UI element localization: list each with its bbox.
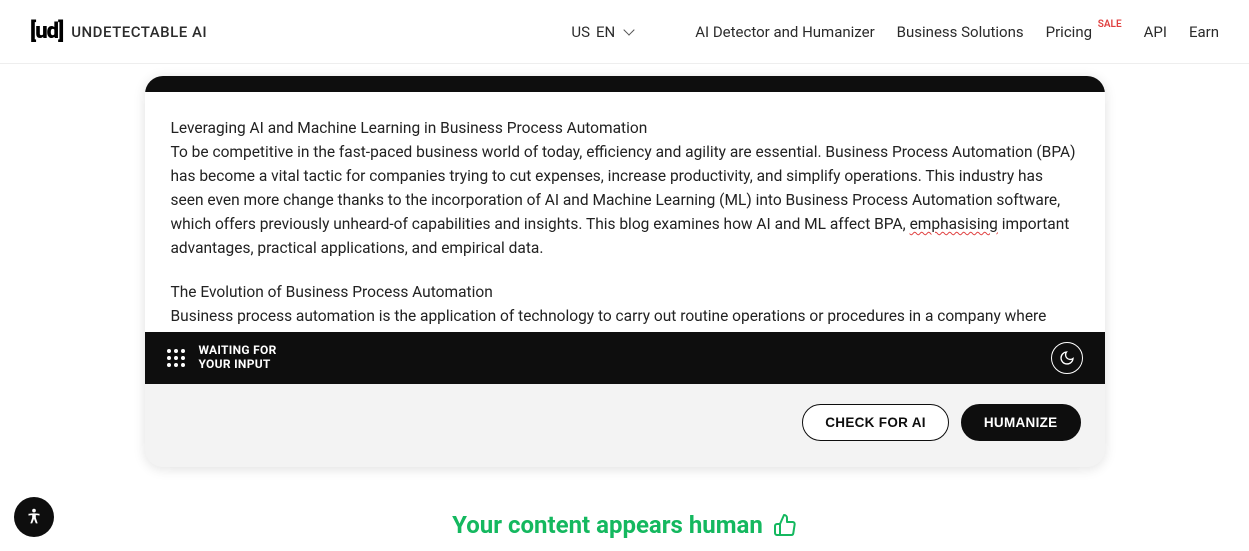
nav-pricing-label: Pricing: [1046, 23, 1092, 41]
top-header: [ud] UNDETECTABLE AI US EN AI Detector a…: [0, 0, 1249, 64]
nav-earn[interactable]: Earn: [1189, 23, 1219, 41]
thumbs-up-icon: [773, 513, 797, 537]
main-nav: US EN AI Detector and Humanizer Business…: [571, 23, 1219, 41]
widget-top-bar: [145, 76, 1105, 92]
accessibility-button[interactable]: [14, 497, 54, 537]
status-line-2: YOUR INPUT: [199, 358, 277, 372]
content-paragraph-1: To be competitive in the fast-paced busi…: [171, 140, 1079, 260]
chevron-down-icon: [624, 24, 635, 35]
status-bar: WAITING FOR YOUR INPUT: [145, 332, 1105, 384]
status-line-1: WAITING FOR: [199, 344, 277, 358]
result-text: Your content appears human: [452, 511, 763, 539]
content-paragraph-2: Business process automation is the appli…: [171, 304, 1079, 332]
locale-country: US: [571, 23, 590, 41]
result-message: Your content appears human: [0, 511, 1249, 539]
logo-text: UNDETECTABLE AI: [71, 23, 207, 41]
nav-business[interactable]: Business Solutions: [897, 23, 1024, 41]
status-text: WAITING FOR YOUR INPUT: [199, 344, 277, 372]
humanize-button[interactable]: HUMANIZE: [961, 404, 1081, 441]
nav-api[interactable]: API: [1144, 23, 1167, 41]
locale-selector[interactable]: US EN: [571, 23, 633, 41]
dark-mode-toggle[interactable]: [1051, 342, 1083, 374]
nav-pricing[interactable]: Pricing SALE: [1046, 23, 1122, 41]
content-title: Leveraging AI and Machine Learning in Bu…: [171, 116, 1079, 140]
logo-icon: [ud]: [30, 19, 63, 44]
widget-actions: CHECK FOR AI HUMANIZE: [145, 384, 1105, 467]
content-editor[interactable]: Leveraging AI and Machine Learning in Bu…: [145, 92, 1105, 332]
logo[interactable]: [ud] UNDETECTABLE AI: [30, 19, 207, 44]
accessibility-icon: [23, 506, 45, 528]
main-widget: Leveraging AI and Machine Learning in Bu…: [145, 76, 1105, 467]
sale-badge: SALE: [1098, 19, 1122, 30]
check-for-ai-button[interactable]: CHECK FOR AI: [802, 404, 949, 441]
locale-lang: EN: [596, 23, 615, 41]
nav-detector[interactable]: AI Detector and Humanizer: [695, 23, 874, 41]
content-heading-2: The Evolution of Business Process Automa…: [171, 280, 1079, 304]
moon-icon: [1059, 350, 1075, 366]
loading-dots-icon: [167, 349, 185, 367]
spellcheck-word: emphasising: [910, 215, 998, 233]
